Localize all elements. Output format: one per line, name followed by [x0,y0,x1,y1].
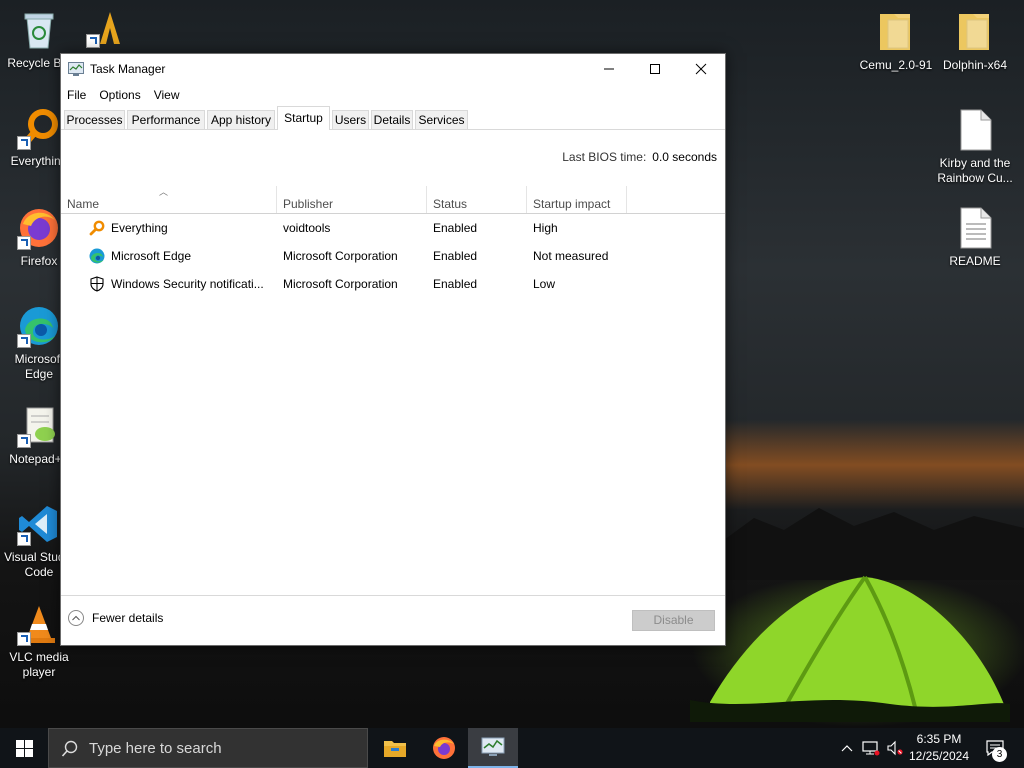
tab-strip: Processes Performance App history Startu… [61,106,725,130]
network-button[interactable] [860,728,882,768]
notification-count-badge: 3 [992,747,1007,762]
desktop-icon-partial[interactable] [76,4,136,52]
minimize-icon [604,68,614,70]
shortcut-arrow-icon [17,334,31,348]
firefox-icon [433,737,455,759]
mountain-silhouette [724,508,1024,580]
shortcut-arrow-icon [17,236,31,250]
search-box[interactable]: Type here to search [48,728,368,768]
task-manager-icon [68,62,84,76]
row-impact: Not measured [533,249,609,263]
menu-options[interactable]: Options [99,88,140,102]
title-bar[interactable]: Task Manager [61,54,725,84]
column-name[interactable]: Name [61,186,277,213]
window-title: Task Manager [90,62,166,76]
edge-icon [89,248,105,264]
row-impact: Low [533,277,556,291]
shortcut-arrow-icon [17,136,31,150]
row-name: Microsoft Edge [111,249,192,263]
chevron-up-icon [841,745,853,752]
desktop-icon-readme[interactable]: README [936,206,1014,269]
desktop-icon-kirby-file[interactable]: Kirby and the Rainbow Cu... [936,108,1014,186]
disable-button[interactable]: Disable [632,610,715,631]
menu-file[interactable]: File [67,88,86,102]
volume-button[interactable] [884,728,906,768]
table-row[interactable]: Microsoft Edge Microsoft Corporation Ena… [61,242,725,270]
tab-performance[interactable]: Performance [127,110,205,129]
network-icon [862,741,880,756]
task-manager-window[interactable]: Task Manager File Options View Processes… [60,53,726,646]
fewer-details-button[interactable]: Fewer details [68,610,163,626]
close-icon [695,63,707,75]
recycle-bin-icon [24,13,54,49]
shortcut-arrow-icon [86,34,100,48]
row-publisher: Microsoft Corporation [283,249,398,263]
folder-icon [959,14,989,50]
folder-icon [880,14,910,50]
row-status: Enabled [433,221,478,235]
search-placeholder: Type here to search [89,740,222,757]
tab-users[interactable]: Users [332,110,369,129]
column-startup-impact[interactable]: Startup impact [527,186,627,213]
windows-logo-icon [15,739,33,757]
bios-value: 0.0 seconds [652,150,717,164]
menu-view[interactable]: View [154,88,180,102]
row-status: Enabled [433,249,478,263]
chevron-up-icon [68,610,84,626]
fewer-details-label: Fewer details [92,611,164,625]
task-manager-icon [481,737,505,756]
tab-app-history[interactable]: App history [207,110,275,129]
row-publisher: Microsoft Corporation [283,277,398,291]
tab-services[interactable]: Services [415,110,468,129]
bios-label: Last BIOS time: [562,150,647,164]
column-publisher[interactable]: Publisher [277,186,427,213]
window-footer: Fewer details Disable [61,595,725,646]
maximize-icon [650,64,660,74]
minimize-button[interactable] [586,54,632,84]
volume-muted-icon [887,740,903,756]
table-row[interactable]: Windows Security notificati... Microsoft… [61,270,725,298]
desktop-icon-cemu-folder[interactable]: Cemu_2.0-91 [857,10,935,73]
menu-bar: File Options View [61,84,725,106]
column-status[interactable]: Status [427,186,527,213]
row-name: Windows Security notificati... [111,277,264,291]
maximize-button[interactable] [632,54,678,84]
shortcut-arrow-icon [17,532,31,546]
tab-details[interactable]: Details [371,110,413,129]
shield-icon [90,276,104,292]
tent-image [690,575,1010,722]
show-hidden-icons-button[interactable] [838,728,856,768]
row-publisher: voidtools [283,221,331,235]
close-button[interactable] [678,54,724,84]
clock-time: 6:35 PM [916,732,962,746]
horizon-glow [724,420,1024,510]
row-name: Everything [111,221,168,235]
clock-date: 12/25/2024 [908,749,970,763]
tab-processes[interactable]: Processes [64,110,125,129]
tab-startup[interactable]: Startup [277,106,330,130]
search-icon [61,740,78,757]
start-button[interactable] [0,728,48,768]
column-header: ︿ Name Publisher Status Startup impact [61,186,725,214]
text-file-icon [960,207,992,249]
taskbar-task-manager[interactable] [468,728,518,768]
shortcut-arrow-icon [17,632,31,646]
taskbar-firefox[interactable] [419,728,469,768]
file-icon [960,109,992,151]
taskbar-file-explorer[interactable] [370,728,420,768]
file-explorer-icon [384,741,406,757]
desktop-icon-dolphin-folder[interactable]: Dolphin-x64 [936,10,1014,73]
clock[interactable]: 6:35 PM 12/25/2024 [904,731,974,765]
shortcut-arrow-icon [17,434,31,448]
everything-icon [89,220,105,236]
table-row[interactable]: Everything voidtools Enabled High [61,214,725,242]
row-impact: High [533,221,558,235]
row-status: Enabled [433,277,478,291]
bios-time: Last BIOS time: 0.0 seconds [562,150,717,164]
taskbar: Type here to search 6:35 PM 12/25/2024 3 [0,728,1024,768]
